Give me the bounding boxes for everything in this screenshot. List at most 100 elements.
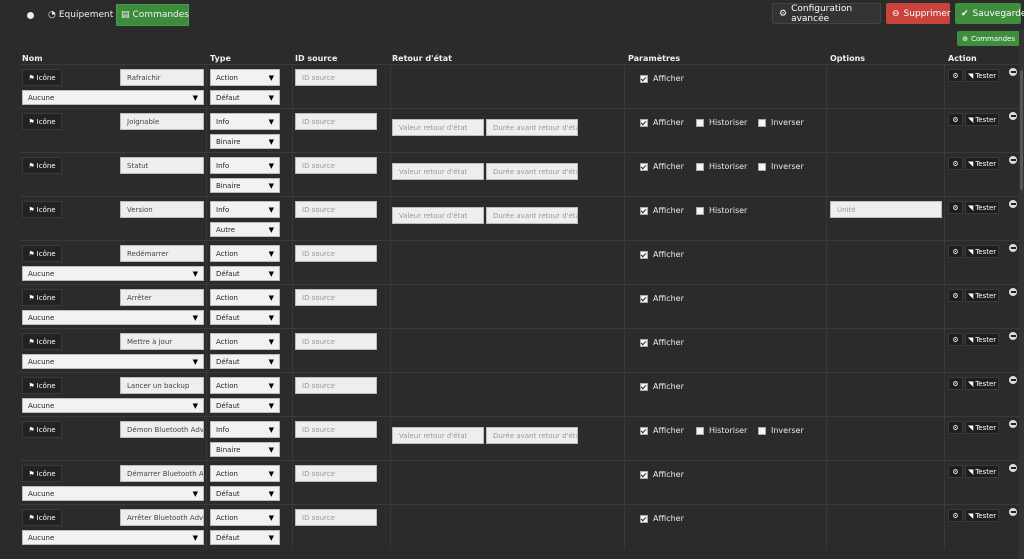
test-button[interactable]: ◥ Tester [965,377,999,390]
subtype-select[interactable]: Défaut ▼ [210,90,280,105]
retour-etat-input[interactable]: Valeur retour d'état [392,119,484,136]
test-button[interactable]: ◥ Tester [965,509,999,522]
id-source-input[interactable]: ID source [295,289,377,306]
afficher-checkbox[interactable]: Afficher [640,206,684,215]
add-command-button[interactable]: ⊕ Commandes [957,31,1020,46]
duree-retour-input[interactable]: Durée avant retour d'état [486,427,578,444]
choose-icon-button[interactable]: ⚑ Icône [22,289,62,306]
remove-command-icon[interactable] [1009,508,1017,516]
type-select[interactable]: Action ▼ [210,377,280,394]
advanced-config-button[interactable]: ⚙ [948,377,963,390]
remove-command-icon[interactable] [1009,68,1017,76]
command-name-input[interactable]: Mettre à jour [120,333,204,350]
type-select[interactable]: Action ▼ [210,289,280,306]
test-button[interactable]: ◥ Tester [965,245,999,258]
remove-command-icon[interactable] [1009,288,1017,296]
id-source-input[interactable]: ID source [295,157,377,174]
type-select[interactable]: Info ▼ [210,113,280,130]
tab-commandes[interactable]: ▤ Commandes [116,4,189,26]
type-select[interactable]: Action ▼ [210,69,280,86]
choose-icon-button[interactable]: ⚑ Icône [22,421,62,438]
subtype-select[interactable]: Défaut ▼ [210,398,280,413]
command-name-input[interactable]: Redémarrer [120,245,204,262]
command-name-input[interactable]: Démarrer Bluetooth Adv [120,465,204,482]
advanced-config-button[interactable]: ⚙ [948,421,963,434]
command-name-input[interactable]: Version [120,201,204,218]
id-source-input[interactable]: ID source [295,509,377,526]
save-button[interactable]: ✔ Sauvegarder [955,3,1024,24]
choose-icon-button[interactable]: ⚑ Icône [22,113,62,130]
linked-command-select[interactable]: Aucune ▼ [22,486,204,501]
inverser-checkbox[interactable]: Inverser [758,162,804,171]
type-select[interactable]: Info ▼ [210,157,280,174]
afficher-checkbox[interactable]: Afficher [640,162,684,171]
subtype-select[interactable]: Défaut ▼ [210,530,280,545]
advanced-config-button[interactable]: ⚙ [948,113,963,126]
delete-button[interactable]: ⊖ Supprimer [886,3,951,24]
retour-etat-input[interactable]: Valeur retour d'état [392,427,484,444]
test-button[interactable]: ◥ Tester [965,69,999,82]
command-name-input[interactable]: Lancer un backup [120,377,204,394]
id-source-input[interactable]: ID source [295,245,377,262]
linked-command-select[interactable]: Aucune ▼ [22,354,204,369]
choose-icon-button[interactable]: ⚑ Icône [22,509,62,526]
linked-command-select[interactable]: Aucune ▼ [22,530,204,545]
advanced-config-button[interactable]: ⚙ [948,245,963,258]
type-select[interactable]: Action ▼ [210,465,280,482]
afficher-checkbox[interactable]: Afficher [640,470,684,479]
command-name-input[interactable]: Arrêter [120,289,204,306]
linked-command-select[interactable]: Aucune ▼ [22,310,204,325]
remove-command-icon[interactable] [1009,464,1017,472]
id-source-input[interactable]: ID source [295,465,377,482]
id-source-input[interactable]: ID source [295,201,377,218]
afficher-checkbox[interactable]: Afficher [640,382,684,391]
afficher-checkbox[interactable]: Afficher [640,74,684,83]
remove-command-icon[interactable] [1009,244,1017,252]
subtype-select[interactable]: Défaut ▼ [210,310,280,325]
inverser-checkbox[interactable]: Inverser [758,426,804,435]
subtype-select[interactable]: Binaire ▼ [210,442,280,457]
type-select[interactable]: Info ▼ [210,421,280,438]
subtype-select[interactable]: Autre ▼ [210,222,280,237]
scrollbar-thumb[interactable] [1020,70,1023,190]
subtype-select[interactable]: Binaire ▼ [210,134,280,149]
command-name-input[interactable]: Arrêter Bluetooth Adv [120,509,204,526]
duree-retour-input[interactable]: Durée avant retour d'état [486,207,578,224]
remove-command-icon[interactable] [1009,112,1017,120]
historiser-checkbox[interactable]: Historiser [696,162,747,171]
tab-back[interactable] [22,4,38,26]
linked-command-select[interactable]: Aucune ▼ [22,266,204,281]
test-button[interactable]: ◥ Tester [965,113,999,126]
command-name-input[interactable]: Joignable [120,113,204,130]
retour-etat-input[interactable]: Valeur retour d'état [392,207,484,224]
config-button[interactable]: ⚙ Configuration avancée [772,3,881,24]
linked-command-select[interactable]: Aucune ▼ [22,398,204,413]
type-select[interactable]: Info ▼ [210,201,280,218]
advanced-config-button[interactable]: ⚙ [948,201,963,214]
afficher-checkbox[interactable]: Afficher [640,338,684,347]
subtype-select[interactable]: Défaut ▼ [210,266,280,281]
remove-command-icon[interactable] [1009,376,1017,384]
historiser-checkbox[interactable]: Historiser [696,426,747,435]
choose-icon-button[interactable]: ⚑ Icône [22,333,62,350]
historiser-checkbox[interactable]: Historiser [696,118,747,127]
choose-icon-button[interactable]: ⚑ Icône [22,377,62,394]
afficher-checkbox[interactable]: Afficher [640,294,684,303]
remove-command-icon[interactable] [1009,156,1017,164]
choose-icon-button[interactable]: ⚑ Icône [22,201,62,218]
tab-equipement[interactable]: ◔ Equipement [44,4,117,26]
test-button[interactable]: ◥ Tester [965,201,999,214]
choose-icon-button[interactable]: ⚑ Icône [22,69,62,86]
test-button[interactable]: ◥ Tester [965,289,999,302]
afficher-checkbox[interactable]: Afficher [640,426,684,435]
advanced-config-button[interactable]: ⚙ [948,465,963,478]
test-button[interactable]: ◥ Tester [965,333,999,346]
remove-command-icon[interactable] [1009,332,1017,340]
subtype-select[interactable]: Défaut ▼ [210,354,280,369]
choose-icon-button[interactable]: ⚑ Icône [22,157,62,174]
afficher-checkbox[interactable]: Afficher [640,514,684,523]
remove-command-icon[interactable] [1009,200,1017,208]
choose-icon-button[interactable]: ⚑ Icône [22,465,62,482]
command-name-input[interactable]: Rafraichir [120,69,204,86]
command-name-input[interactable]: Démon Bluetooth Adv [120,421,204,438]
